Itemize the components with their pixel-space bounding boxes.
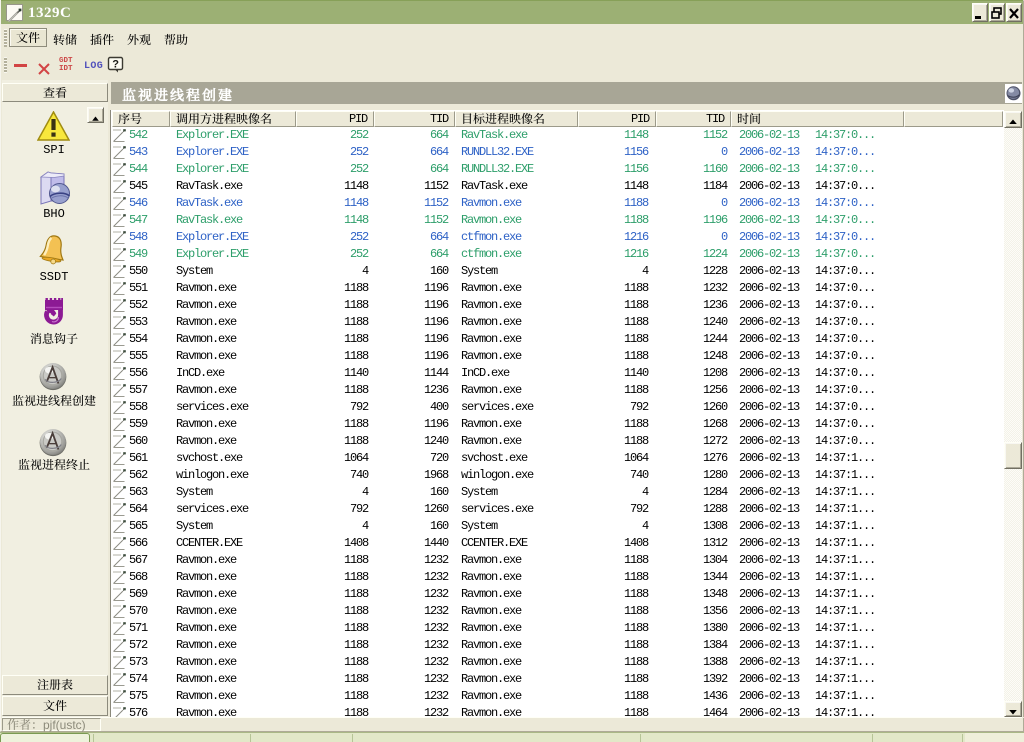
svg-text:?: ?	[112, 59, 119, 71]
